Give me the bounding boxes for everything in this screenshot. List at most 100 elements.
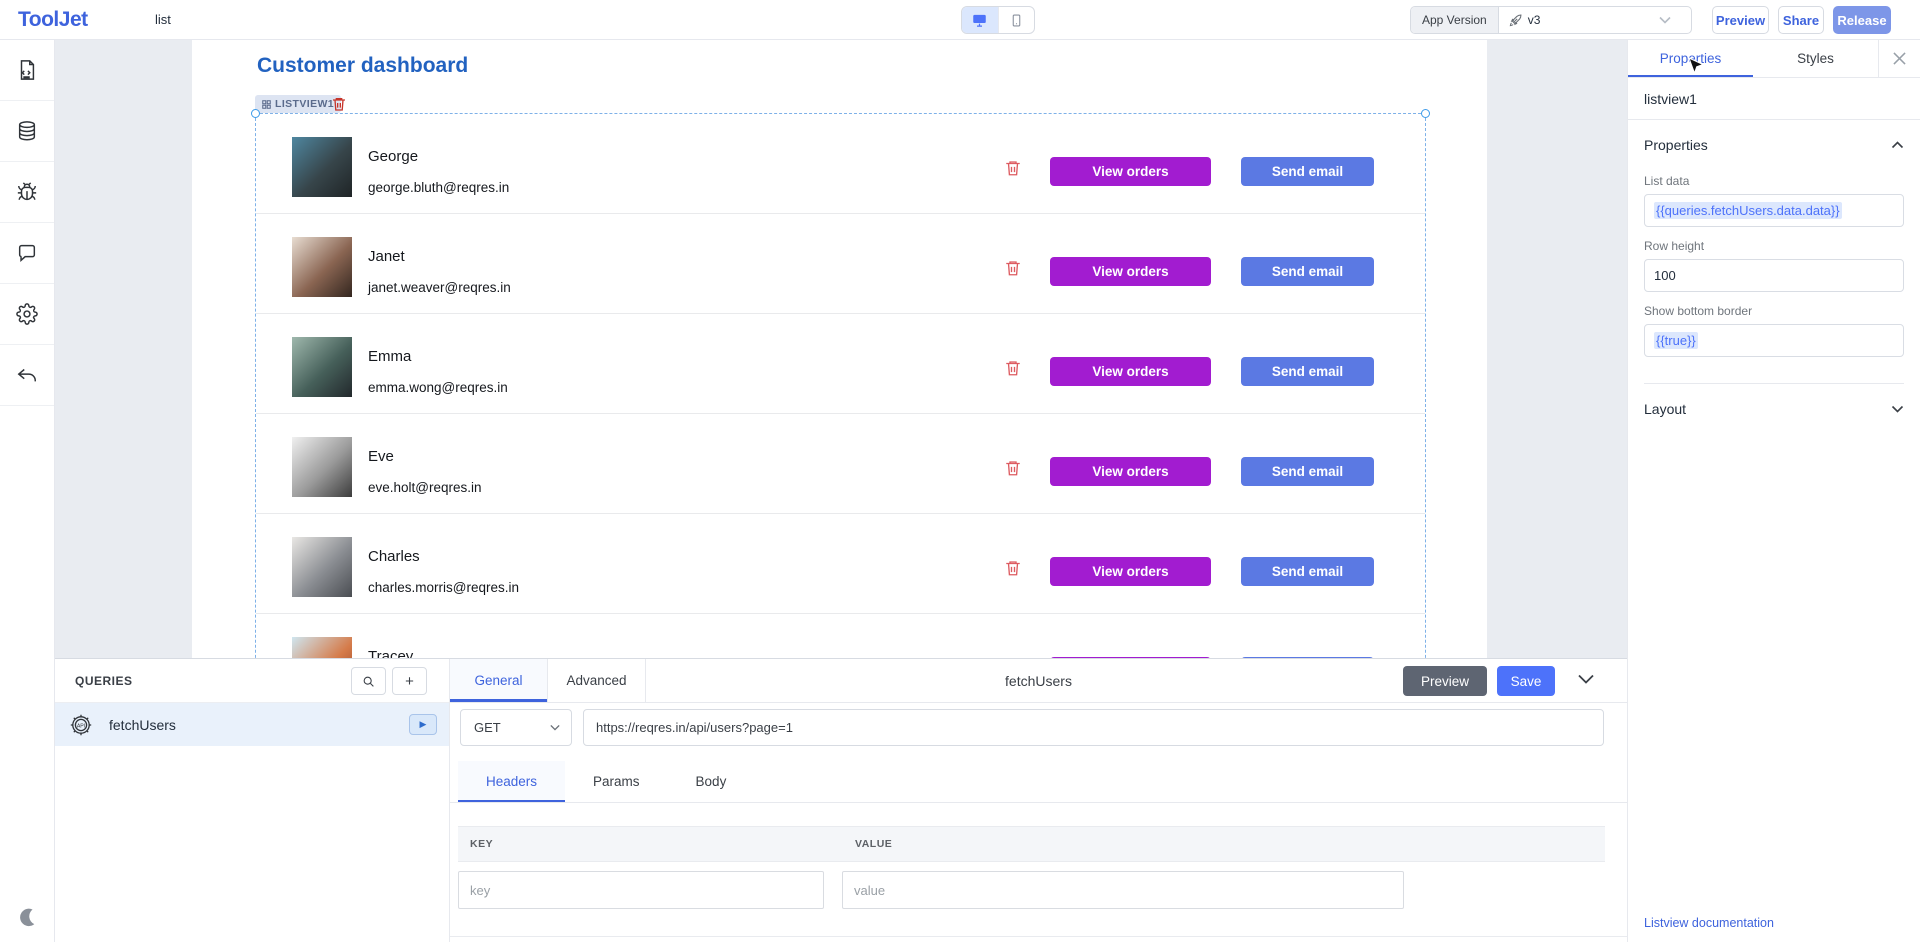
resize-handle-top-right[interactable] [1421,109,1430,118]
view-orders-button[interactable]: View orders [1050,357,1211,386]
chevron-up-icon [1891,141,1904,149]
request-options-tabs: Headers Params Body [450,761,1627,803]
close-inspector-button[interactable] [1878,40,1920,77]
tab-properties[interactable]: Properties [1628,40,1753,77]
queries-panel-title: QUERIES [75,659,133,703]
run-query-button[interactable]: ▶ [409,714,437,735]
datasources-icon [16,120,38,142]
delete-row-icon[interactable] [1004,559,1022,577]
customer-email: eve.holt@reqres.in [368,480,482,495]
chevron-down-icon [550,724,560,731]
widget-badge: LISTVIEW1 [255,95,341,113]
tab-body[interactable]: Body [668,761,755,802]
send-email-button[interactable]: Send email [1241,357,1374,386]
dark-mode-toggle[interactable] [0,906,55,928]
view-orders-button[interactable]: View orders [1050,457,1211,486]
send-email-button[interactable]: Send email [1241,457,1374,486]
delete-widget-icon[interactable] [331,96,347,112]
customer-email: charles.morris@reqres.in [368,580,519,595]
app-version-select[interactable]: App Version v3 [1410,6,1692,34]
avatar [292,237,352,297]
sidebar-item-pages[interactable] [0,40,54,101]
send-email-button[interactable]: Send email [1241,557,1374,586]
debugger-icon [16,181,38,203]
sidebar-item-datasources[interactable] [0,101,54,162]
send-email-button[interactable]: Send email [1241,157,1374,186]
url-input[interactable] [583,709,1604,746]
pages-icon [16,59,38,81]
header-value-input[interactable] [842,871,1404,909]
query-editor-title: fetchUsers [1005,659,1072,703]
show-bottom-border-input[interactable]: {{true}} [1644,324,1904,357]
delete-row-icon[interactable] [1004,359,1022,377]
list-data-input[interactable]: {{queries.fetchUsers.data.data}} [1644,194,1904,227]
list-item: Emma emma.wong@reqres.in View orders Sen… [256,314,1425,414]
view-orders-button[interactable]: View orders [1050,157,1211,186]
query-editor: General Advanced fetchUsers Preview Save… [450,659,1627,942]
undo-icon [16,364,38,386]
tab-advanced[interactable]: Advanced [548,659,646,702]
selected-widget-name: listview1 [1628,78,1920,120]
query-list: QUERIES + API fetchUsers ▶ [55,659,450,942]
comments-icon [16,242,38,264]
sidebar-item-settings[interactable] [0,284,54,345]
delete-row-icon[interactable] [1004,259,1022,277]
http-method-select[interactable]: GET [460,709,572,746]
listview-rows: George george.bluth@reqres.in View order… [256,114,1425,714]
layout-section-header[interactable]: Layout [1628,384,1920,434]
delete-row-icon[interactable] [1004,459,1022,477]
add-query-button[interactable]: + [392,667,427,695]
page-title[interactable]: Customer dashboard [257,54,468,78]
customer-name: Emma [368,348,411,365]
left-sidebar [0,40,55,942]
chevron-down-icon [1891,405,1904,413]
sidebar-item-undo[interactable] [0,345,54,406]
list-item: Charles charles.morris@reqres.in View or… [256,514,1425,614]
row-height-input[interactable]: 100 [1644,259,1904,292]
chevron-down-icon [1659,16,1671,24]
avatar [292,337,352,397]
mobile-toggle[interactable] [998,7,1035,33]
inspector-panel: Properties Styles listview1 Properties L… [1627,40,1920,942]
preview-button[interactable]: Preview [1712,6,1769,34]
tab-general[interactable]: General [450,659,548,702]
chevron-down-icon[interactable] [1578,674,1594,684]
sidebar-item-debugger[interactable] [0,162,54,223]
close-icon [1893,52,1906,65]
release-button[interactable]: Release [1833,6,1891,34]
row-height-label: Row height [1644,239,1904,253]
svg-text:API: API [77,723,85,729]
share-button[interactable]: Share [1778,6,1824,34]
properties-section-header[interactable]: Properties [1628,120,1920,170]
mobile-icon [1010,13,1023,28]
top-header: ToolJet list App Version v3 [0,0,1920,40]
sidebar-item-comments[interactable] [0,223,54,284]
send-email-button[interactable]: Send email [1241,257,1374,286]
editor-divider [450,936,1627,937]
query-preview-button[interactable]: Preview [1403,666,1487,696]
listview-widget[interactable]: George george.bluth@reqres.in View order… [255,113,1426,713]
view-orders-button[interactable]: View orders [1050,257,1211,286]
tab-params[interactable]: Params [565,761,668,802]
query-save-button[interactable]: Save [1497,666,1555,696]
desktop-toggle[interactable] [962,7,998,33]
view-orders-button[interactable]: View orders [1050,557,1211,586]
customer-name: Charles [368,548,420,565]
api-gear-icon: API [69,713,93,737]
tab-styles[interactable]: Styles [1753,40,1878,77]
query-panel: QUERIES + API fetchUsers ▶ [55,658,1627,942]
header-key-input[interactable] [458,871,824,909]
list-item: George george.bluth@reqres.in View order… [256,114,1425,214]
resize-handle-top-left[interactable] [251,109,260,118]
settings-icon [16,303,38,325]
list-data-value: {{queries.fetchUsers.data.data}} [1654,202,1842,219]
avatar [292,437,352,497]
layout-section-title: Layout [1644,401,1686,417]
delete-row-icon[interactable] [1004,159,1022,177]
query-list-item-fetchusers[interactable]: API fetchUsers ▶ [55,703,449,746]
customer-name: Janet [368,248,405,265]
customer-email: george.bluth@reqres.in [368,180,509,195]
search-query-button[interactable] [351,667,386,695]
listview-documentation-link[interactable]: Listview documentation [1644,916,1774,930]
tab-headers[interactable]: Headers [458,761,565,802]
